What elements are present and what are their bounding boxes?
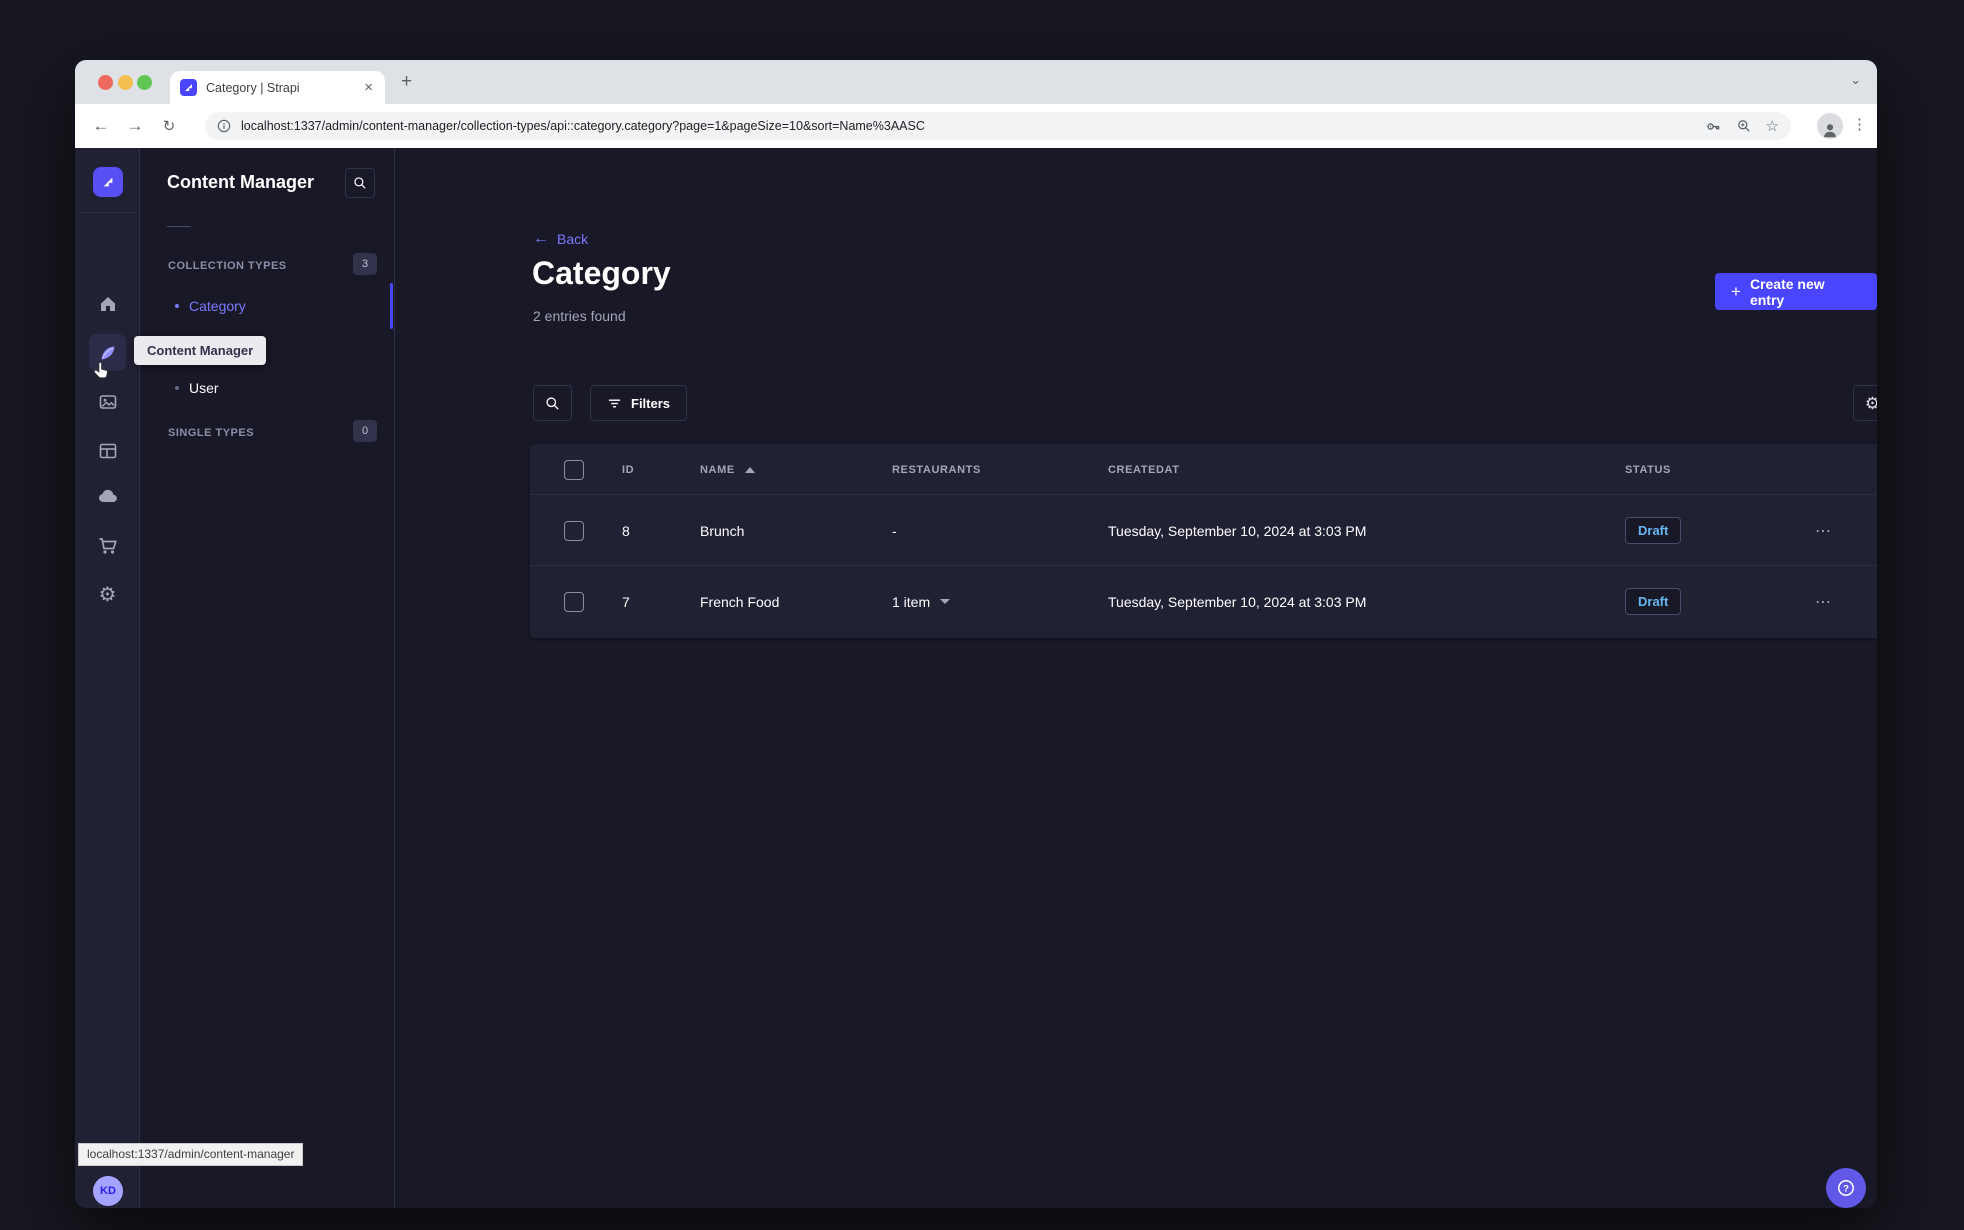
subnav-item-user[interactable]: User <box>161 370 387 406</box>
entries-count: 2 entries found <box>533 308 626 324</box>
cell-name: French Food <box>700 593 780 610</box>
address-bar[interactable]: localhost:1337/admin/content-manager/col… <box>205 112 1791 140</box>
filters-button[interactable]: Filters <box>590 385 688 421</box>
entries-table: ID NAME RESTAURANTS CREATEDAT STATUS 8 B… <box>530 444 1877 638</box>
main-content: ← Back Category 2 entries found + Create… <box>396 148 1877 1208</box>
browser-toolbar: ← → ↻ localhost:1337/admin/content-manag… <box>75 104 1877 148</box>
row-checkbox[interactable] <box>564 591 584 612</box>
create-new-entry-button[interactable]: + Create new entry <box>1715 273 1877 310</box>
marketplace-cart-icon[interactable] <box>89 527 126 564</box>
cell-createdat: Tuesday, September 10, 2024 at 3:03 PM <box>1108 593 1367 610</box>
browser-tab[interactable]: Category | Strapi × <box>170 71 385 104</box>
cell-id: 8 <box>622 522 630 539</box>
sort-ascending-icon <box>744 466 755 473</box>
plus-icon: + <box>1731 281 1741 301</box>
column-header-restaurants[interactable]: RESTAURANTS <box>892 444 981 495</box>
table-row[interactable]: 8 Brunch - Tuesday, September 10, 2024 a… <box>530 495 1877 566</box>
chevron-down-icon <box>940 599 951 604</box>
strapi-logo[interactable] <box>93 167 123 197</box>
bullet-icon <box>175 386 179 390</box>
close-window-button[interactable] <box>98 75 113 90</box>
browser-profile-avatar[interactable] <box>1817 113 1843 139</box>
cell-restaurants: - <box>892 522 897 539</box>
content-manager-tooltip: Content Manager <box>134 336 267 365</box>
reload-button[interactable]: ↻ <box>155 117 183 135</box>
rail-divider <box>80 212 135 213</box>
forward-button[interactable]: → <box>121 116 149 136</box>
status-badge: Draft <box>1625 588 1682 615</box>
content-type-builder-icon[interactable] <box>89 432 126 469</box>
row-actions-icon[interactable]: ⋯ <box>1815 592 1832 612</box>
page-title: Category <box>532 255 671 291</box>
site-info-icon[interactable] <box>217 119 231 133</box>
table-row[interactable]: 7 French Food 1 item Tuesday, September … <box>530 566 1877 637</box>
table-search-button[interactable] <box>533 385 572 421</box>
collection-types-label: COLLECTION TYPES <box>168 260 287 272</box>
back-link[interactable]: ← Back <box>533 230 588 248</box>
cell-id: 7 <box>622 593 630 610</box>
password-key-icon[interactable] <box>1705 118 1722 135</box>
icon-rail: ⚙ KD <box>75 148 140 1208</box>
cloud-icon[interactable] <box>89 478 126 515</box>
back-arrow-icon: ← <box>533 230 549 247</box>
browser-window: Category | Strapi × + ⌄ ← → ↻ localhost:… <box>75 60 1877 1208</box>
subnav-item-category[interactable]: Category <box>161 288 387 324</box>
status-bar-url: localhost:1337/admin/content-manager <box>78 1143 304 1166</box>
tab-search-chevron-icon[interactable]: ⌄ <box>1850 72 1861 88</box>
row-checkbox[interactable] <box>564 520 584 541</box>
back-button[interactable]: ← <box>87 116 115 136</box>
collection-types-badge: 3 <box>353 253 377 275</box>
cell-restaurants-expand[interactable]: 1 item <box>892 566 951 637</box>
tab-close-icon[interactable]: × <box>362 79 375 96</box>
browser-menu-icon[interactable]: ⋮ <box>1852 115 1867 133</box>
single-types-badge: 0 <box>353 420 377 442</box>
column-header-status[interactable]: STATUS <box>1625 444 1671 495</box>
cell-name: Brunch <box>700 522 745 539</box>
url-text[interactable]: localhost:1337/admin/content-manager/col… <box>241 119 1691 133</box>
minimize-window-button[interactable] <box>118 75 133 90</box>
strapi-favicon-icon <box>180 79 197 96</box>
fullscreen-window-button[interactable] <box>137 75 152 90</box>
subnav-divider <box>167 226 191 227</box>
subnav-search-button[interactable] <box>345 168 375 198</box>
cell-createdat: Tuesday, September 10, 2024 at 3:03 PM <box>1108 522 1367 539</box>
home-icon[interactable] <box>89 285 126 322</box>
filters-label: Filters <box>631 395 671 411</box>
help-button[interactable]: ? <box>1826 1168 1866 1208</box>
tab-title: Category | Strapi <box>206 80 300 95</box>
select-all-checkbox[interactable] <box>564 459 584 480</box>
single-types-label: SINGLE TYPES <box>168 427 255 439</box>
content-manager-subnav: Content Manager COLLECTION TYPES 3 Categ… <box>141 148 395 1208</box>
hand-cursor <box>92 360 114 387</box>
desktop: Category | Strapi × + ⌄ ← → ↻ localhost:… <box>0 0 1964 1230</box>
column-header-name[interactable]: NAME <box>700 444 755 495</box>
column-header-id[interactable]: ID <box>622 444 634 495</box>
back-label: Back <box>557 231 589 247</box>
tab-strip: Category | Strapi × + ⌄ <box>75 60 1877 104</box>
strapi-app: ⚙ KD Content Manager COLLECTION TYPES 3 … <box>75 148 1877 1208</box>
zoom-magnifier-icon[interactable] <box>1736 118 1752 134</box>
settings-gear-icon[interactable]: ⚙ <box>89 576 126 613</box>
status-badge: Draft <box>1625 517 1682 544</box>
column-header-createdat[interactable]: CREATEDAT <box>1108 444 1180 495</box>
media-library-icon[interactable] <box>89 383 126 420</box>
bullet-icon <box>175 304 179 308</box>
table-header: ID NAME RESTAURANTS CREATEDAT STATUS <box>530 444 1877 495</box>
active-item-indicator <box>390 283 393 329</box>
user-avatar[interactable]: KD <box>93 1176 123 1206</box>
new-tab-button[interactable]: + <box>401 72 412 91</box>
view-settings-button[interactable]: ⚙ <box>1853 385 1877 421</box>
row-actions-icon[interactable]: ⋯ <box>1815 521 1832 541</box>
svg-text:?: ? <box>1843 1184 1849 1195</box>
bookmark-star-icon[interactable]: ☆ <box>1766 117 1779 135</box>
subnav-title: Content Manager <box>167 172 315 192</box>
